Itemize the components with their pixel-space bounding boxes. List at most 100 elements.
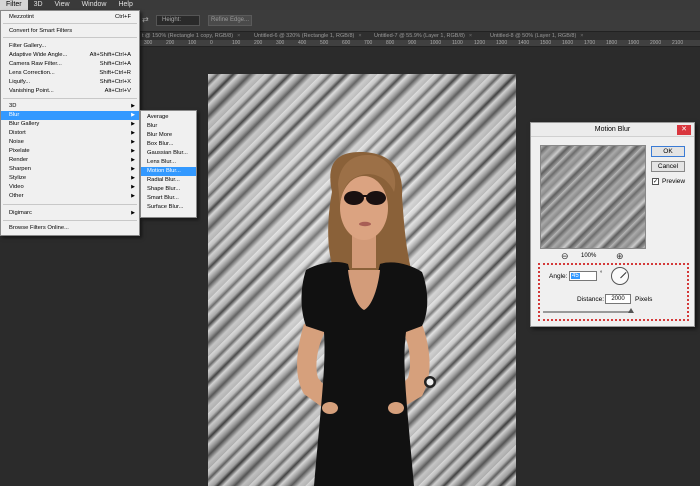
menu-3d[interactable]: 3D (28, 0, 49, 10)
menu-item-stylize[interactable]: Stylize ▶ (1, 174, 139, 183)
menu-item-label: Other (9, 193, 24, 199)
tab-document[interactable]: Untitled-8 @ 50% (Layer 1, RGB/8) × (490, 32, 584, 40)
angle-dial-icon[interactable] (611, 267, 629, 285)
submenu-arrow-icon: ▶ (131, 184, 135, 190)
menu-item-blur[interactable]: Blur (141, 122, 196, 131)
ruler-tick-label: 1900 (628, 40, 640, 46)
swap-arrows-icon[interactable]: ⇄ (142, 15, 149, 24)
preview-checkbox[interactable]: ✓ (652, 178, 659, 185)
tab-close-icon[interactable]: × (237, 33, 240, 39)
menu-item-mezzotint[interactable]: Mezzotint Ctrl+F (1, 13, 139, 22)
zoom-out-icon[interactable]: ⊖ (561, 251, 569, 262)
ruler-tick-label: 2100 (672, 40, 684, 46)
menu-item-distort[interactable]: Distort ▶ (1, 129, 139, 138)
tab-document[interactable]: Untitled-6 @ 320% (Rectangle 1, RGB/8) × (254, 32, 362, 40)
menu-bar: Filter 3D View Window Help (0, 0, 700, 10)
angle-input[interactable]: 45 (569, 271, 597, 281)
menu-item-liquify[interactable]: Liquify... Shift+Ctrl+X (1, 78, 139, 87)
menu-item-render[interactable]: Render ▶ (1, 156, 139, 165)
submenu-arrow-icon: ▶ (131, 166, 135, 172)
filter-preview-thumbnail[interactable] (540, 145, 646, 249)
menu-item-label: Browse Filters Online... (9, 225, 69, 231)
menu-item-browse-filters-online[interactable]: Browse Filters Online... (1, 224, 139, 233)
menu-item-blur-more[interactable]: Blur More (141, 131, 196, 140)
degree-symbol: ° (600, 271, 603, 277)
ruler-tick-label: 300 (144, 40, 153, 46)
menu-help[interactable]: Help (112, 0, 138, 10)
tab-close-icon[interactable]: × (469, 33, 472, 39)
menu-item-lens-blur[interactable]: Lens Blur... (141, 158, 196, 167)
menu-item-average[interactable]: Average (141, 113, 196, 122)
tab-close-icon[interactable]: × (580, 33, 583, 39)
distance-slider-track[interactable] (543, 311, 633, 313)
menu-item-noise[interactable]: Noise ▶ (1, 138, 139, 147)
submenu-arrow-icon: ▶ (131, 121, 135, 127)
menu-item-label: Vanishing Point... (9, 88, 54, 94)
menu-item-shape-blur[interactable]: Shape Blur... (141, 185, 196, 194)
submenu-arrow-icon: ▶ (131, 193, 135, 199)
menu-item-digimarc[interactable]: Digimarc ▶ (1, 209, 139, 218)
menu-separator (3, 37, 137, 38)
menu-filter[interactable]: Filter (0, 0, 28, 10)
menu-item-label: Digimarc (9, 210, 32, 216)
menu-item-vanishing-point[interactable]: Vanishing Point... Alt+Ctrl+V (1, 87, 139, 96)
ruler-tick-label: 700 (364, 40, 373, 46)
menu-item-gaussian-blur[interactable]: Gaussian Blur... (141, 149, 196, 158)
submenu-arrow-icon: ▶ (131, 148, 135, 154)
distance-input[interactable]: 2000 (605, 294, 631, 304)
menu-item-blur-gallery[interactable]: Blur Gallery ▶ (1, 120, 139, 129)
menu-separator (3, 220, 137, 221)
menu-item-shortcut: Ctrl+F (115, 14, 131, 20)
menu-item-sharpen[interactable]: Sharpen ▶ (1, 165, 139, 174)
ruler-tick-label: 200 (254, 40, 263, 46)
submenu-arrow-icon: ▶ (131, 112, 135, 118)
menu-item-box-blur[interactable]: Box Blur... (141, 140, 196, 149)
tab-document[interactable]: t @ 150% (Rectangle 1 copy, RGB/8) × (142, 32, 240, 40)
refine-edge-button[interactable]: Refine Edge... (208, 15, 252, 26)
ruler-tick-label: 600 (342, 40, 351, 46)
menu-item-blur[interactable]: Blur ▶ (1, 111, 139, 120)
ruler-tick-label: 900 (408, 40, 417, 46)
canvas-image[interactable] (208, 74, 516, 486)
tab-label: Untitled-7 @ 55.9% (Layer 1, RGB/8) (374, 33, 465, 39)
ruler-tick-label: 1400 (518, 40, 530, 46)
menu-item-adaptive-wide-angle[interactable]: Adaptive Wide Angle... Alt+Shift+Ctrl+A (1, 51, 139, 60)
submenu-arrow-icon: ▶ (131, 175, 135, 181)
ruler-tick-label: 0 (210, 40, 213, 46)
menu-item-video[interactable]: Video ▶ (1, 183, 139, 192)
menu-item-motion-blur[interactable]: Motion Blur... (141, 167, 196, 176)
tab-label: Untitled-6 @ 320% (Rectangle 1, RGB/8) (254, 33, 355, 39)
blur-submenu: Average Blur Blur More Box Blur... Gauss… (140, 110, 197, 218)
height-label: Height: (162, 17, 182, 23)
distance-slider-thumb[interactable] (628, 308, 634, 313)
menu-item-label: Pixelate (9, 148, 30, 154)
menu-item-lens-correction[interactable]: Lens Correction... Shift+Ctrl+R (1, 69, 139, 78)
ruler-tick-label: 1700 (584, 40, 596, 46)
menu-view[interactable]: View (49, 0, 76, 10)
ruler-tick-label: 500 (320, 40, 329, 46)
menu-item-radial-blur[interactable]: Radial Blur... (141, 176, 196, 185)
ruler-tick-label: 100 (188, 40, 197, 46)
close-icon[interactable]: ✕ (677, 125, 691, 135)
tab-document[interactable]: Untitled-7 @ 55.9% (Layer 1, RGB/8) × (374, 32, 472, 40)
menu-item-convert-smart-filters[interactable]: Convert for Smart Filters (1, 27, 139, 36)
tab-close-icon[interactable]: × (358, 33, 361, 39)
menu-item-shortcut: Shift+Ctrl+R (99, 70, 131, 76)
menu-item-3d[interactable]: 3D ▶ (1, 102, 139, 111)
distance-unit: Pixels (635, 296, 653, 303)
menu-item-label: Liquify... (9, 79, 31, 85)
zoom-in-icon[interactable]: ⊕ (616, 251, 624, 262)
cancel-button[interactable]: Cancel (651, 161, 685, 172)
ruler-tick-label: 800 (386, 40, 395, 46)
menu-item-smart-blur[interactable]: Smart Blur... (141, 194, 196, 203)
menu-window[interactable]: Window (76, 0, 113, 10)
dialog-titlebar[interactable]: Motion Blur ✕ (531, 123, 694, 137)
menu-item-other[interactable]: Other ▶ (1, 192, 139, 201)
menu-item-filter-gallery[interactable]: Filter Gallery... (1, 42, 139, 51)
ok-button[interactable]: OK (651, 146, 685, 157)
menu-item-camera-raw[interactable]: Camera Raw Filter... Shift+Ctrl+A (1, 60, 139, 69)
menu-item-surface-blur[interactable]: Surface Blur... (141, 203, 196, 212)
menu-item-label: Stylize (9, 175, 27, 181)
menu-item-pixelate[interactable]: Pixelate ▶ (1, 147, 139, 156)
submenu-arrow-icon: ▶ (131, 210, 135, 216)
